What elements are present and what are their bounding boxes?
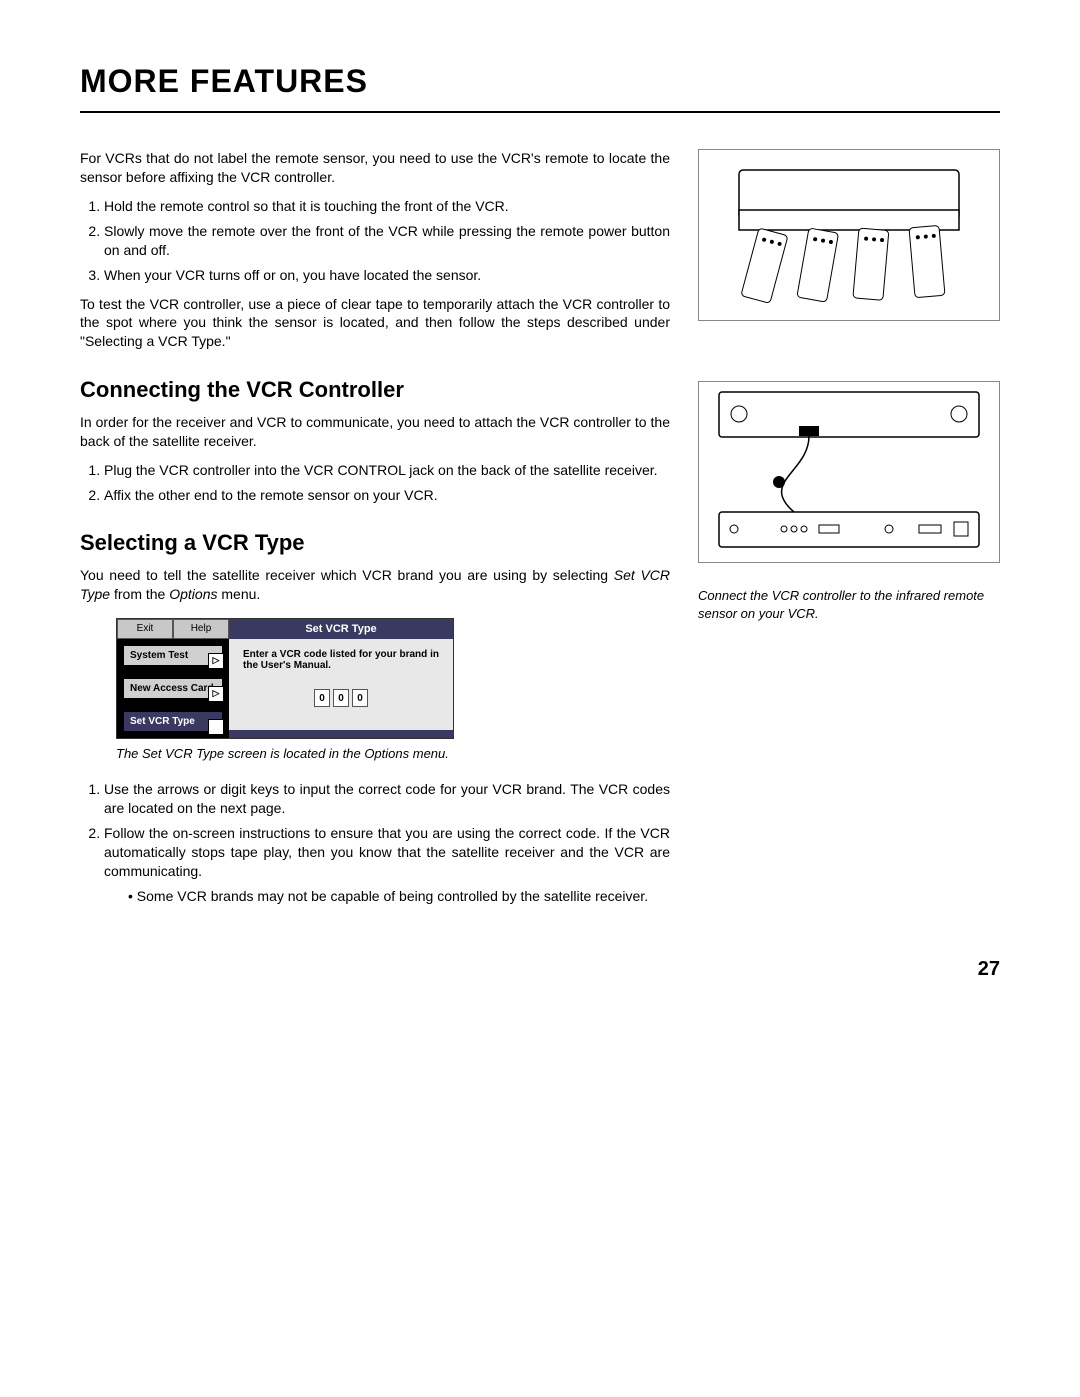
figure-connect-controller	[698, 381, 1000, 563]
heading-selecting: Selecting a VCR Type	[80, 528, 670, 558]
select-step-2: Follow the on-screen instructions to ens…	[104, 824, 670, 906]
play-arrow-icon: ▷	[208, 686, 224, 702]
menu-sidebar: Exit Help System Test ▷ New Access Card …	[117, 619, 229, 738]
page-section-title: MORE FEATURES	[80, 60, 1000, 103]
menu-panel-text: Enter a VCR code listed for your brand i…	[243, 649, 439, 671]
step-3: When your VCR turns off or on, you have …	[104, 266, 670, 285]
vcr-code-input: 0 0 0	[243, 689, 439, 707]
figure-caption: Connect the VCR controller to the infrar…	[698, 587, 1000, 622]
code-digit-1: 0	[314, 689, 330, 707]
play-arrow-icon: ▷	[208, 719, 224, 735]
select-text-c: from the	[110, 586, 169, 602]
select-paragraph: You need to tell the satellite receiver …	[80, 566, 670, 604]
menu-item-system-test: System Test ▷	[124, 646, 222, 665]
menu-item-set-vcr-type: Set VCR Type ▷	[124, 712, 222, 731]
menu-item-label: System Test	[130, 650, 188, 661]
select-vcr-steps: Use the arrows or digit keys to input th…	[80, 780, 670, 905]
set-vcr-type-screenshot: Exit Help System Test ▷ New Access Card …	[116, 618, 454, 739]
code-digit-3: 0	[352, 689, 368, 707]
menu-bottom-bar	[229, 730, 453, 738]
menu-item-new-access-card: New Access Card ▷	[124, 679, 222, 698]
menu-item-label: Set VCR Type	[130, 716, 195, 727]
select-step-2-text: Follow the on-screen instructions to ens…	[104, 825, 670, 879]
illustration-column: Connect the VCR controller to the infrar…	[698, 149, 1000, 916]
play-arrow-icon: ▷	[208, 653, 224, 669]
select-step-2-bullet: Some VCR brands may not be capable of be…	[128, 887, 670, 906]
menu-tab-exit: Exit	[117, 619, 173, 639]
menu-item-label: New Access Card	[130, 683, 214, 694]
connect-steps: Plug the VCR controller into the VCR CON…	[80, 461, 670, 505]
select-text-d: Options	[169, 586, 217, 602]
main-text-column: For VCRs that do not label the remote se…	[80, 149, 670, 916]
select-text-e: menu.	[217, 586, 260, 602]
connect-step-2: Affix the other end to the remote sensor…	[104, 486, 670, 505]
locate-sensor-steps: Hold the remote control so that it is to…	[80, 197, 670, 285]
connect-step-1: Plug the VCR controller into the VCR CON…	[104, 461, 670, 480]
menu-panel-body: Enter a VCR code listed for your brand i…	[229, 639, 453, 730]
screenshot-caption: The Set VCR Type screen is located in th…	[116, 745, 670, 763]
title-rule	[80, 111, 1000, 113]
step-1: Hold the remote control so that it is to…	[104, 197, 670, 216]
connect-paragraph: In order for the receiver and VCR to com…	[80, 413, 670, 451]
menu-tab-help: Help	[173, 619, 229, 639]
code-digit-2: 0	[333, 689, 349, 707]
test-paragraph: To test the VCR controller, use a piece …	[80, 295, 670, 352]
select-step-1: Use the arrows or digit keys to input th…	[104, 780, 670, 818]
menu-panel-title: Set VCR Type	[229, 619, 453, 639]
heading-connecting: Connecting the VCR Controller	[80, 375, 670, 405]
menu-main-panel: Set VCR Type Enter a VCR code listed for…	[229, 619, 453, 738]
select-text-a: You need to tell the satellite receiver …	[80, 567, 614, 583]
page-number: 27	[80, 956, 1000, 983]
figure-vcr-with-remotes	[698, 149, 1000, 321]
step-2: Slowly move the remote over the front of…	[104, 222, 670, 260]
intro-paragraph: For VCRs that do not label the remote se…	[80, 149, 670, 187]
